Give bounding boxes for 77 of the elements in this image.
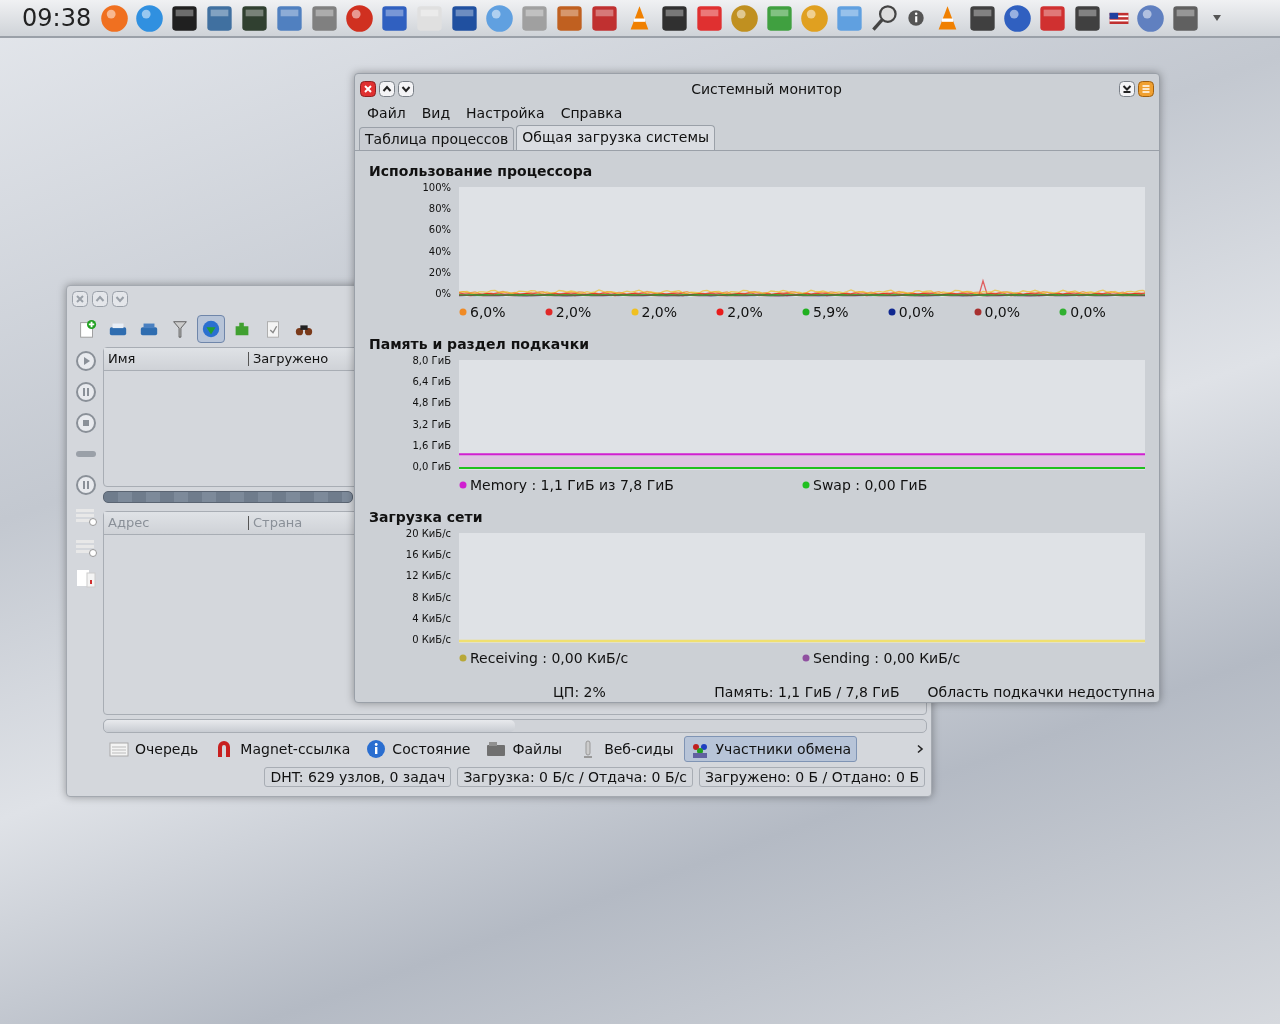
legend-label: Memory : 1,1 ГиБ из 7,8 ГиБ bbox=[470, 477, 674, 493]
axis-label: 100% bbox=[422, 182, 451, 194]
status-field: Загружено: 0 Б / Отдано: 0 Б bbox=[698, 767, 925, 787]
axis-label: 0% bbox=[435, 287, 451, 300]
tab[interactable]: Общая загрузка системы bbox=[516, 125, 715, 150]
legend-label: Sending : 0,00 КиБ/с bbox=[813, 650, 961, 666]
section-title: Использование процессора bbox=[369, 163, 594, 179]
status-field: DHT: 629 узлов, 0 задач bbox=[264, 767, 452, 787]
axis-label: 80% bbox=[428, 203, 451, 216]
menu-item[interactable]: Справка bbox=[560, 105, 623, 121]
axis-label: 0 КиБ/с bbox=[412, 633, 451, 646]
axis-label: 40% bbox=[428, 245, 451, 258]
round-app-icon[interactable] bbox=[729, 2, 761, 34]
tab[interactable]: Участники обмена bbox=[683, 736, 858, 762]
axis-label: 16 КиБ/с bbox=[405, 549, 451, 562]
funnel-icon bbox=[170, 319, 190, 339]
round-app-icon[interactable] bbox=[99, 2, 131, 34]
splitter-handle[interactable] bbox=[103, 491, 353, 503]
tab[interactable]: Веб-сиды bbox=[572, 736, 680, 762]
legend-label: Receiving : 0,00 КиБ/с bbox=[470, 650, 629, 666]
folder-icon bbox=[486, 739, 507, 759]
info-icon bbox=[366, 739, 387, 759]
pause-icon[interactable] bbox=[75, 381, 97, 403]
axis-label: 8 КиБ/с bbox=[412, 591, 451, 604]
axis-label: 3,2 ГиБ bbox=[412, 418, 451, 431]
status-text: Область подкачки недоступна bbox=[927, 684, 1155, 700]
menu-item[interactable]: Настройка bbox=[466, 105, 545, 121]
tab[interactable]: Очередь bbox=[103, 736, 205, 762]
axis-label: 1,6 ГиБ bbox=[412, 439, 451, 452]
round-app-icon[interactable] bbox=[1002, 2, 1034, 34]
stop-icon[interactable] bbox=[75, 412, 97, 434]
keep-below-button[interactable] bbox=[1119, 81, 1135, 97]
list-icon bbox=[109, 739, 129, 759]
globe-icon bbox=[201, 319, 221, 339]
tab[interactable]: Состояние bbox=[360, 736, 477, 762]
legend-label: Swap : 0,00 ГиБ bbox=[813, 477, 928, 493]
status-text: Память: 1,1 ГиБ / 7,8 ГиБ bbox=[714, 684, 900, 700]
round-app-icon[interactable] bbox=[344, 2, 376, 34]
menu-button[interactable] bbox=[1138, 81, 1154, 97]
axis-label: 12 КиБ/с bbox=[405, 570, 451, 583]
section-title: Загрузка сети bbox=[369, 509, 484, 525]
axis-label: 4 КиБ/с bbox=[412, 612, 451, 625]
horizontal-scrollbar[interactable] bbox=[103, 719, 927, 733]
tab[interactable]: Файлы bbox=[480, 736, 569, 762]
clock: 09:38 bbox=[22, 4, 92, 32]
axis-label: 20% bbox=[428, 266, 451, 279]
scroll-right-icon[interactable] bbox=[915, 744, 925, 754]
window-title: Системный монитор bbox=[691, 81, 842, 97]
legend-label: 2,0% bbox=[727, 304, 763, 320]
legend-label: 0,0% bbox=[1070, 304, 1106, 320]
status-text: ЦП: 2% bbox=[553, 684, 606, 700]
status-field: Загрузка: 0 Б/с / Отдача: 0 Б/с bbox=[457, 767, 693, 787]
axis-label: 20 КиБ/с bbox=[405, 528, 451, 540]
new-document-icon bbox=[77, 319, 97, 339]
minimize-button[interactable] bbox=[398, 81, 414, 97]
close-button[interactable] bbox=[360, 81, 376, 97]
legend-label: 0,0% bbox=[898, 304, 935, 320]
legend-label: 2,0% bbox=[555, 304, 592, 320]
pause-icon[interactable] bbox=[75, 474, 97, 496]
axis-label: 0,0 ГиБ bbox=[412, 460, 451, 473]
play-icon[interactable] bbox=[75, 350, 97, 372]
tab[interactable]: Таблица процессов bbox=[359, 127, 515, 150]
menu-item[interactable]: Файл bbox=[367, 105, 406, 121]
legend-label: 0,0% bbox=[984, 304, 1021, 320]
axis-label: 4,8 ГиБ bbox=[412, 397, 451, 410]
axis-label: 6,4 ГиБ bbox=[412, 376, 451, 389]
legend-label: 2,0% bbox=[641, 304, 678, 320]
tab[interactable]: Magnet-ссылка bbox=[208, 736, 357, 762]
column-header[interactable]: Имя bbox=[104, 352, 248, 366]
legend-label: 6,0% bbox=[470, 304, 506, 320]
maximize-button[interactable] bbox=[379, 81, 395, 97]
menu-item[interactable]: Вид bbox=[421, 105, 451, 121]
remove-icon[interactable] bbox=[75, 450, 97, 458]
section-title: Память и раздел подкачки bbox=[369, 336, 591, 352]
axis-label: 8,0 ГиБ bbox=[412, 355, 451, 367]
legend-label: 5,9% bbox=[813, 304, 849, 320]
axis-label: 60% bbox=[428, 224, 451, 237]
